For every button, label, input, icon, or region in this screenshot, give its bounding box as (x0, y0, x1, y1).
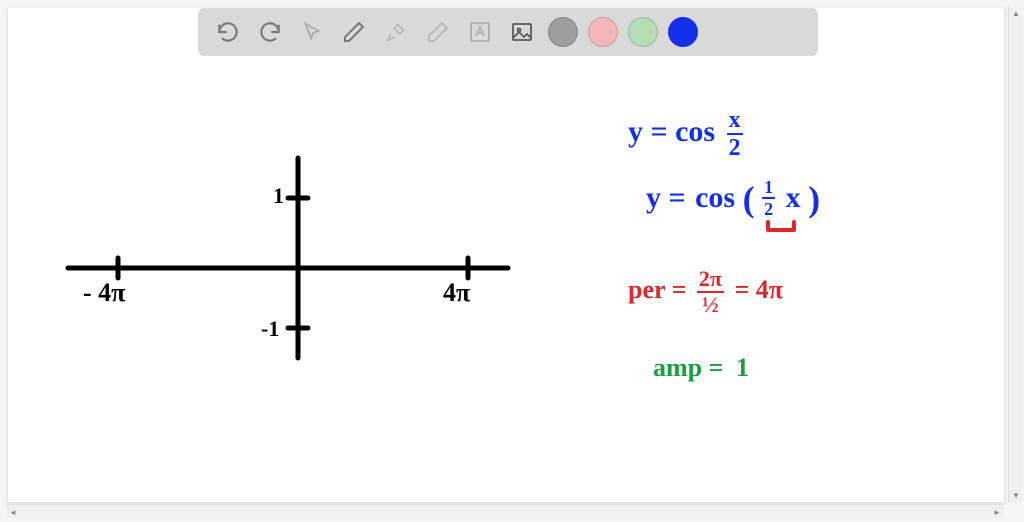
eq2-fn: cos (695, 181, 735, 214)
y-tick-pos: 1 (273, 183, 284, 209)
amplitude-line: amp = 1 (653, 353, 749, 383)
x-tick-pos: 4π (443, 278, 470, 308)
eq1-lhs: y = (628, 115, 668, 148)
eq1-fn: cos (675, 115, 715, 148)
eq1-den: 2 (727, 135, 743, 160)
eq2-num: 1 (762, 178, 775, 199)
period-line: per = 2π ½ = 4π (628, 268, 783, 316)
horizontal-scrollbar[interactable]: ◄ ► (6, 504, 1004, 518)
eq1-num: x (727, 108, 743, 135)
per-eq: = 4π (734, 275, 783, 304)
red-underline-icon (764, 220, 804, 238)
eq2-var: x (786, 181, 801, 214)
eq2-open: ( (743, 179, 755, 219)
scroll-right-icon[interactable]: ► (990, 505, 1004, 519)
per-den: ½ (697, 293, 724, 316)
eq2-den: 2 (762, 199, 775, 218)
equation-2: y = cos ( 1 2 x ) (646, 178, 820, 220)
vertical-scrollbar[interactable]: ▲ ▼ (1008, 6, 1022, 502)
amp-value: 1 (736, 353, 749, 382)
eq2-lhs: y = (646, 181, 686, 214)
scroll-up-icon[interactable]: ▲ (1009, 6, 1023, 20)
x-tick-neg: - 4π (83, 278, 125, 308)
per-num: 2π (697, 268, 724, 293)
drawing-surface[interactable]: 1 -1 - 4π 4π y = cos x 2 y = cos ( 1 2 x… (8, 8, 1004, 502)
whiteboard-canvas: 1 -1 - 4π 4π y = cos x 2 y = cos ( 1 2 x… (8, 8, 1004, 502)
eq2-close: ) (808, 179, 820, 219)
amp-label: amp = (653, 353, 723, 382)
scroll-down-icon[interactable]: ▼ (1009, 488, 1023, 502)
per-label: per = (628, 275, 686, 304)
axes-graph (48, 138, 548, 398)
scroll-left-icon[interactable]: ◄ (6, 505, 20, 519)
y-tick-neg: -1 (261, 316, 279, 342)
equation-1: y = cos x 2 (628, 108, 743, 160)
